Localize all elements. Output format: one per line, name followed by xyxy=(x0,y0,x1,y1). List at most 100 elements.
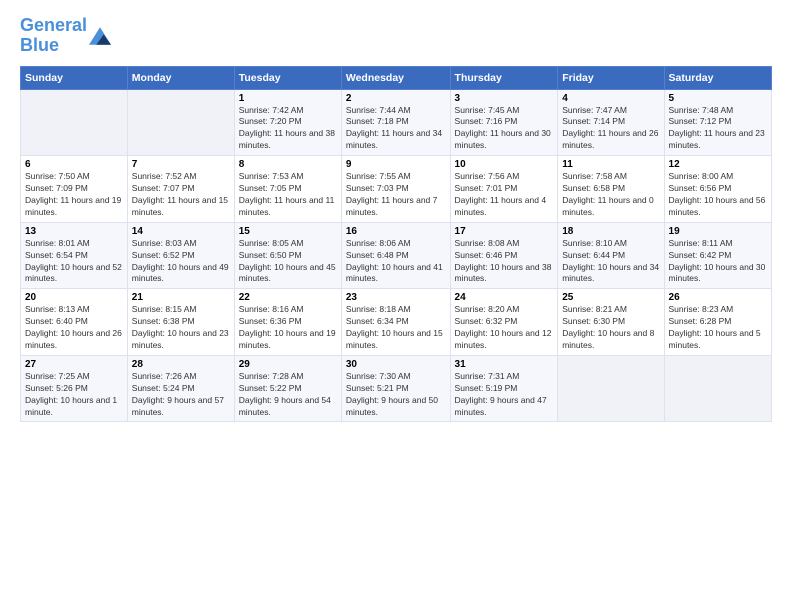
calendar-cell: 9Sunrise: 7:55 AMSunset: 7:03 PMDaylight… xyxy=(341,156,450,223)
calendar-cell: 13Sunrise: 8:01 AMSunset: 6:54 PMDayligh… xyxy=(21,222,128,289)
calendar-cell: 1Sunrise: 7:42 AMSunset: 7:20 PMDaylight… xyxy=(234,89,341,156)
day-info: Sunrise: 7:45 AMSunset: 7:16 PMDaylight:… xyxy=(455,105,554,153)
calendar-cell: 30Sunrise: 7:30 AMSunset: 5:21 PMDayligh… xyxy=(341,355,450,422)
day-number: 10 xyxy=(455,159,554,170)
calendar-cell: 23Sunrise: 8:18 AMSunset: 6:34 PMDayligh… xyxy=(341,289,450,356)
day-info: Sunrise: 8:15 AMSunset: 6:38 PMDaylight:… xyxy=(132,304,230,352)
calendar-cell: 6Sunrise: 7:50 AMSunset: 7:09 PMDaylight… xyxy=(21,156,128,223)
day-info: Sunrise: 8:20 AMSunset: 6:32 PMDaylight:… xyxy=(455,304,554,352)
day-number: 27 xyxy=(25,359,123,370)
day-number: 5 xyxy=(669,93,767,104)
day-info: Sunrise: 8:21 AMSunset: 6:30 PMDaylight:… xyxy=(562,304,659,352)
logo-text: General Blue xyxy=(20,16,87,56)
day-info: Sunrise: 8:00 AMSunset: 6:56 PMDaylight:… xyxy=(669,171,767,219)
day-number: 1 xyxy=(239,93,337,104)
calendar-cell: 17Sunrise: 8:08 AMSunset: 6:46 PMDayligh… xyxy=(450,222,558,289)
day-info: Sunrise: 8:06 AMSunset: 6:48 PMDaylight:… xyxy=(346,238,446,286)
day-header: Tuesday xyxy=(234,66,341,89)
calendar-cell: 5Sunrise: 7:48 AMSunset: 7:12 PMDaylight… xyxy=(664,89,771,156)
day-number: 25 xyxy=(562,292,659,303)
day-header: Monday xyxy=(127,66,234,89)
day-number: 31 xyxy=(455,359,554,370)
day-header: Saturday xyxy=(664,66,771,89)
day-info: Sunrise: 7:26 AMSunset: 5:24 PMDaylight:… xyxy=(132,371,230,419)
calendar-cell: 24Sunrise: 8:20 AMSunset: 6:32 PMDayligh… xyxy=(450,289,558,356)
calendar-week-row: 6Sunrise: 7:50 AMSunset: 7:09 PMDaylight… xyxy=(21,156,772,223)
calendar-cell: 2Sunrise: 7:44 AMSunset: 7:18 PMDaylight… xyxy=(341,89,450,156)
calendar-cell: 22Sunrise: 8:16 AMSunset: 6:36 PMDayligh… xyxy=(234,289,341,356)
day-number: 2 xyxy=(346,93,446,104)
day-info: Sunrise: 8:16 AMSunset: 6:36 PMDaylight:… xyxy=(239,304,337,352)
calendar-week-row: 27Sunrise: 7:25 AMSunset: 5:26 PMDayligh… xyxy=(21,355,772,422)
day-info: Sunrise: 8:10 AMSunset: 6:44 PMDaylight:… xyxy=(562,238,659,286)
day-info: Sunrise: 7:52 AMSunset: 7:07 PMDaylight:… xyxy=(132,171,230,219)
day-info: Sunrise: 7:42 AMSunset: 7:20 PMDaylight:… xyxy=(239,105,337,153)
calendar-cell: 15Sunrise: 8:05 AMSunset: 6:50 PMDayligh… xyxy=(234,222,341,289)
day-number: 21 xyxy=(132,292,230,303)
day-number: 8 xyxy=(239,159,337,170)
day-number: 4 xyxy=(562,93,659,104)
calendar-cell xyxy=(127,89,234,156)
calendar-cell: 16Sunrise: 8:06 AMSunset: 6:48 PMDayligh… xyxy=(341,222,450,289)
day-number: 29 xyxy=(239,359,337,370)
calendar-table: SundayMondayTuesdayWednesdayThursdayFrid… xyxy=(20,66,772,423)
day-number: 9 xyxy=(346,159,446,170)
calendar-cell: 26Sunrise: 8:23 AMSunset: 6:28 PMDayligh… xyxy=(664,289,771,356)
calendar-cell xyxy=(21,89,128,156)
day-number: 6 xyxy=(25,159,123,170)
day-number: 7 xyxy=(132,159,230,170)
day-number: 26 xyxy=(669,292,767,303)
day-info: Sunrise: 8:03 AMSunset: 6:52 PMDaylight:… xyxy=(132,238,230,286)
calendar-cell: 19Sunrise: 8:11 AMSunset: 6:42 PMDayligh… xyxy=(664,222,771,289)
day-number: 22 xyxy=(239,292,337,303)
day-info: Sunrise: 8:08 AMSunset: 6:46 PMDaylight:… xyxy=(455,238,554,286)
day-info: Sunrise: 8:13 AMSunset: 6:40 PMDaylight:… xyxy=(25,304,123,352)
calendar-cell xyxy=(664,355,771,422)
day-info: Sunrise: 7:30 AMSunset: 5:21 PMDaylight:… xyxy=(346,371,446,419)
calendar-cell: 20Sunrise: 8:13 AMSunset: 6:40 PMDayligh… xyxy=(21,289,128,356)
calendar-week-row: 1Sunrise: 7:42 AMSunset: 7:20 PMDaylight… xyxy=(21,89,772,156)
day-info: Sunrise: 8:23 AMSunset: 6:28 PMDaylight:… xyxy=(669,304,767,352)
day-header: Wednesday xyxy=(341,66,450,89)
day-info: Sunrise: 7:48 AMSunset: 7:12 PMDaylight:… xyxy=(669,105,767,153)
calendar-cell: 31Sunrise: 7:31 AMSunset: 5:19 PMDayligh… xyxy=(450,355,558,422)
calendar-week-row: 20Sunrise: 8:13 AMSunset: 6:40 PMDayligh… xyxy=(21,289,772,356)
day-number: 30 xyxy=(346,359,446,370)
calendar-cell: 8Sunrise: 7:53 AMSunset: 7:05 PMDaylight… xyxy=(234,156,341,223)
day-number: 17 xyxy=(455,226,554,237)
day-number: 11 xyxy=(562,159,659,170)
logo-icon xyxy=(89,27,111,45)
calendar-cell: 21Sunrise: 8:15 AMSunset: 6:38 PMDayligh… xyxy=(127,289,234,356)
day-number: 19 xyxy=(669,226,767,237)
calendar-week-row: 13Sunrise: 8:01 AMSunset: 6:54 PMDayligh… xyxy=(21,222,772,289)
day-info: Sunrise: 7:31 AMSunset: 5:19 PMDaylight:… xyxy=(455,371,554,419)
day-info: Sunrise: 7:50 AMSunset: 7:09 PMDaylight:… xyxy=(25,171,123,219)
day-number: 3 xyxy=(455,93,554,104)
calendar-cell: 18Sunrise: 8:10 AMSunset: 6:44 PMDayligh… xyxy=(558,222,664,289)
day-number: 12 xyxy=(669,159,767,170)
day-header: Sunday xyxy=(21,66,128,89)
calendar-cell: 27Sunrise: 7:25 AMSunset: 5:26 PMDayligh… xyxy=(21,355,128,422)
calendar-cell: 7Sunrise: 7:52 AMSunset: 7:07 PMDaylight… xyxy=(127,156,234,223)
day-info: Sunrise: 8:18 AMSunset: 6:34 PMDaylight:… xyxy=(346,304,446,352)
day-info: Sunrise: 7:56 AMSunset: 7:01 PMDaylight:… xyxy=(455,171,554,219)
day-info: Sunrise: 8:05 AMSunset: 6:50 PMDaylight:… xyxy=(239,238,337,286)
logo: General Blue xyxy=(20,16,111,56)
day-info: Sunrise: 8:01 AMSunset: 6:54 PMDaylight:… xyxy=(25,238,123,286)
day-info: Sunrise: 7:28 AMSunset: 5:22 PMDaylight:… xyxy=(239,371,337,419)
day-info: Sunrise: 7:58 AMSunset: 6:58 PMDaylight:… xyxy=(562,171,659,219)
calendar-cell: 4Sunrise: 7:47 AMSunset: 7:14 PMDaylight… xyxy=(558,89,664,156)
page: General Blue SundayMondayTuesdayWednesda… xyxy=(0,0,792,612)
calendar-cell: 12Sunrise: 8:00 AMSunset: 6:56 PMDayligh… xyxy=(664,156,771,223)
day-header: Friday xyxy=(558,66,664,89)
day-info: Sunrise: 7:25 AMSunset: 5:26 PMDaylight:… xyxy=(25,371,123,419)
day-info: Sunrise: 7:55 AMSunset: 7:03 PMDaylight:… xyxy=(346,171,446,219)
header: General Blue xyxy=(20,16,772,56)
day-number: 14 xyxy=(132,226,230,237)
day-info: Sunrise: 7:53 AMSunset: 7:05 PMDaylight:… xyxy=(239,171,337,219)
calendar-header-row: SundayMondayTuesdayWednesdayThursdayFrid… xyxy=(21,66,772,89)
calendar-cell: 3Sunrise: 7:45 AMSunset: 7:16 PMDaylight… xyxy=(450,89,558,156)
day-number: 28 xyxy=(132,359,230,370)
calendar-cell: 28Sunrise: 7:26 AMSunset: 5:24 PMDayligh… xyxy=(127,355,234,422)
day-info: Sunrise: 7:44 AMSunset: 7:18 PMDaylight:… xyxy=(346,105,446,153)
